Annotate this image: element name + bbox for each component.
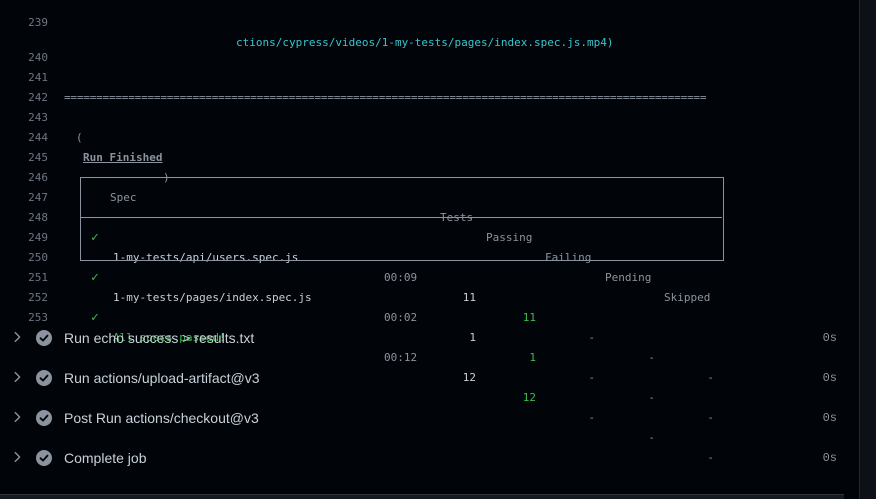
log-line: 242 [0, 68, 48, 104]
header-pending: Pending [605, 271, 652, 284]
panel-bottom-border [0, 494, 844, 499]
log-line: 243 ( Run Finished ) [0, 88, 170, 184]
chevron-right-icon[interactable] [10, 330, 24, 344]
log-line: 244 [0, 108, 48, 144]
chevron-right-icon[interactable] [10, 410, 24, 424]
step-post-checkout[interactable]: Post Run actions/checkout@v3 0s [0, 398, 860, 438]
step-duration: 0s [822, 451, 837, 465]
check-circle-icon [36, 450, 52, 466]
log-line: 239 ctions/cypress/videos/1-my-tests/pag… [0, 0, 613, 49]
step-label: Post Run actions/checkout@v3 [64, 410, 259, 426]
log-line: 249 [0, 208, 48, 244]
log-line: 241 ====================================… [0, 48, 706, 104]
table-row: 250 ✓ 1-my-tests/pages/index.spec.js 00:… [0, 228, 714, 424]
step-complete-job[interactable]: Complete job 0s [0, 438, 860, 478]
log-line: 251 [0, 248, 48, 284]
chevron-right-icon[interactable] [10, 370, 24, 384]
run-finished-heading: Run Finished [83, 151, 163, 164]
check-circle-icon [36, 330, 52, 346]
table-row: 248 ✓ 1-my-tests/api/users.spec.js 00:09… [0, 188, 714, 384]
vertical-scrollbar[interactable] [859, 0, 876, 499]
table-header-row: 246 Spec Tests Passing Failing Pending S… [0, 148, 710, 304]
check-circle-icon [36, 410, 52, 426]
paren-open: ( [76, 131, 83, 144]
check-circle-icon [36, 370, 52, 386]
header-skipped: Skipped [664, 291, 711, 304]
spec-name: 1-my-tests/pages/index.spec.js [113, 291, 312, 304]
step-label: Run actions/upload-artifact@v3 [64, 370, 260, 386]
summary-row: 252 ✓ All specs passed! 00:12 12 12 - - … [0, 268, 714, 464]
step-duration: 0s [822, 331, 837, 345]
step-label: Run echo success > results.txt [64, 330, 255, 346]
log-text-fragment: ctions/cypress/videos/1-my-tests/pages/i… [236, 36, 614, 49]
step-duration: 0s [822, 411, 837, 425]
step-label: Complete job [64, 450, 147, 466]
log-line: 245 [0, 128, 48, 164]
log-line: 253 [0, 288, 48, 324]
spec-duration: 00:09 [384, 271, 418, 284]
chevron-right-icon[interactable] [10, 450, 24, 464]
tests-count: 11 [462, 291, 476, 304]
log-line: 240 [0, 28, 48, 64]
separator-line: ========================================… [64, 91, 707, 104]
step-duration: 0s [822, 371, 837, 385]
log-line: 247 [0, 168, 48, 204]
step-echo-success[interactable]: Run echo success > results.txt 0s [0, 318, 860, 358]
job-log-panel: 239 ctions/cypress/videos/1-my-tests/pag… [0, 0, 860, 499]
check-icon: ✓ [91, 270, 99, 285]
step-upload-artifact[interactable]: Run actions/upload-artifact@v3 0s [0, 358, 860, 398]
